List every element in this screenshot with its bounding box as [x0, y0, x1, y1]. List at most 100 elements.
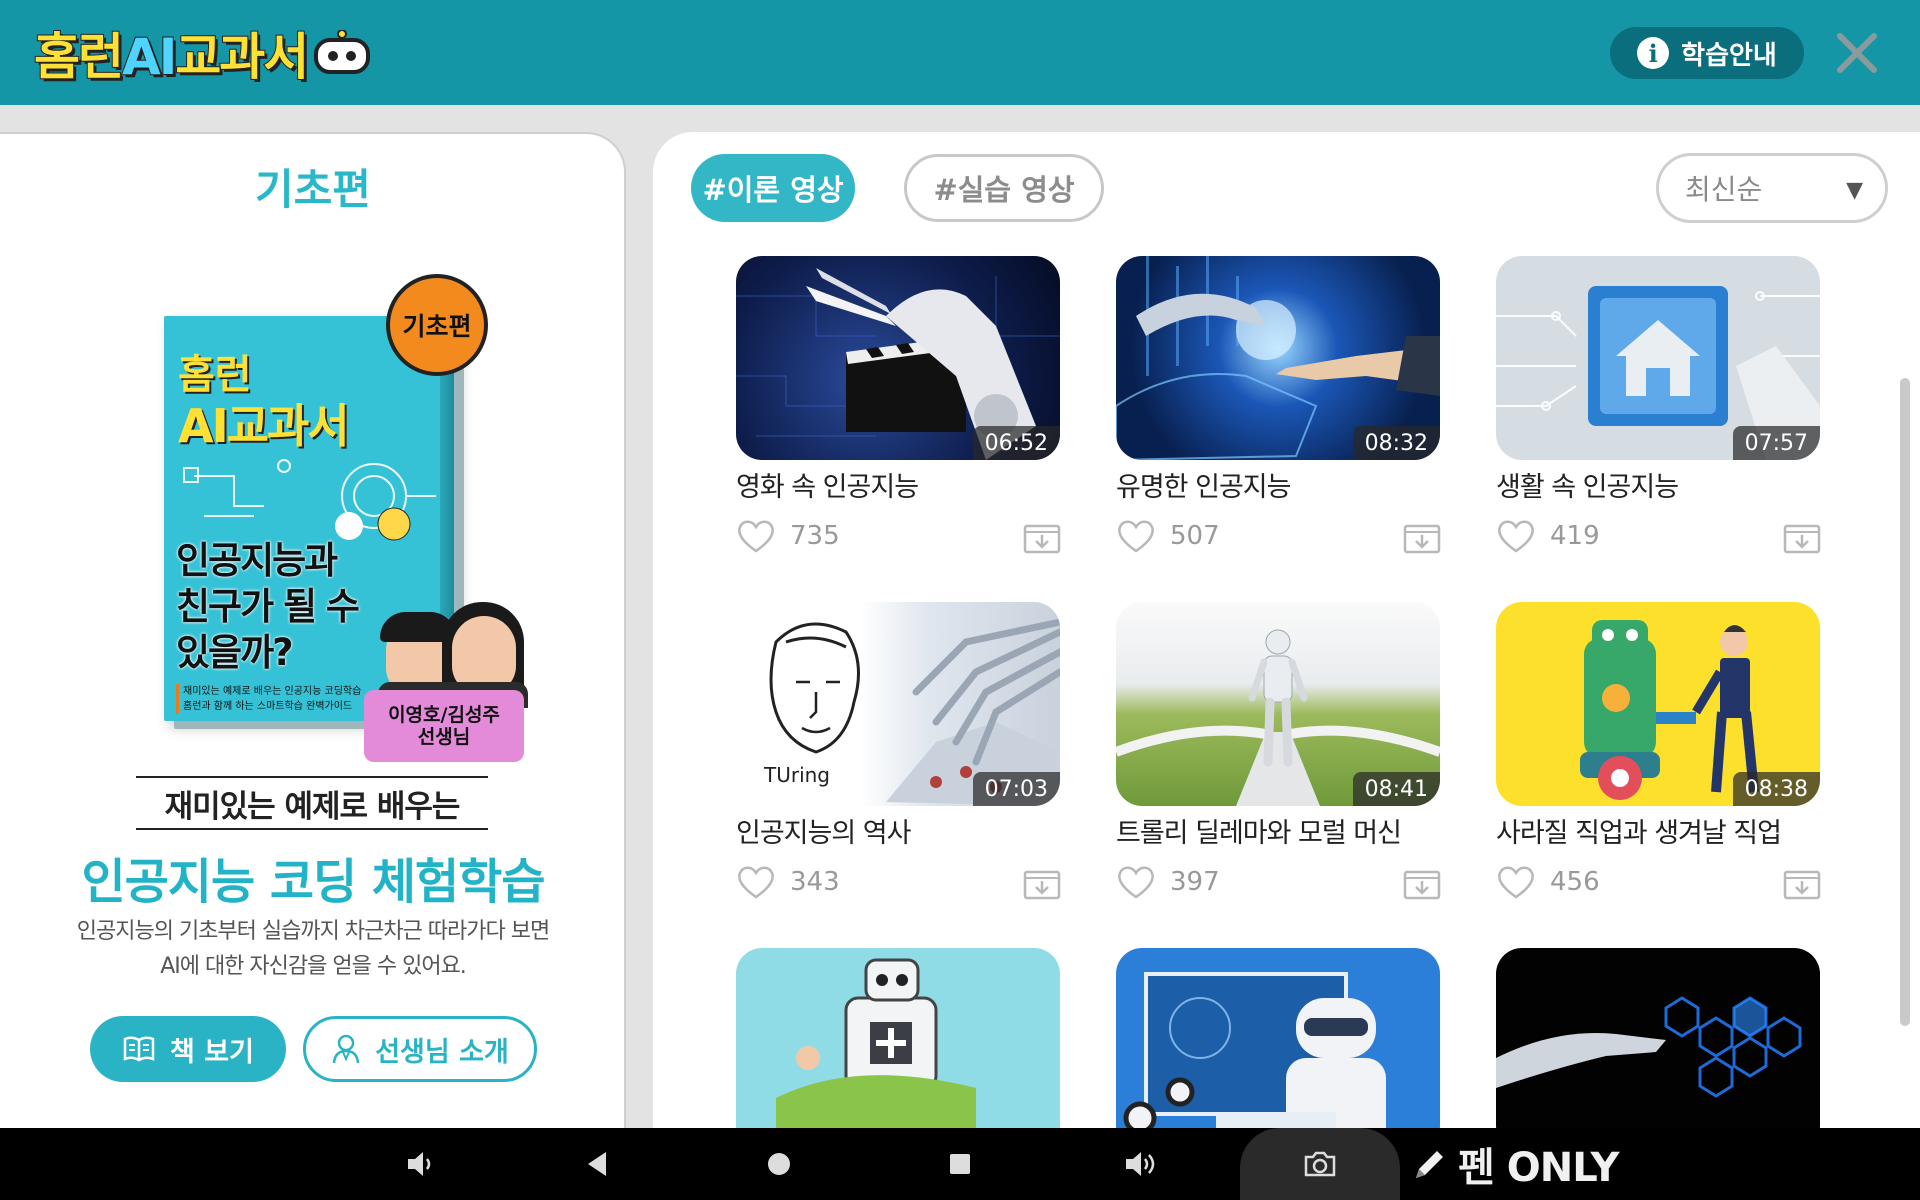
video-title[interactable]: 영화 속 인공지능 [736, 468, 1062, 508]
video-card[interactable] [736, 948, 1062, 1132]
volume-down-icon[interactable] [398, 1142, 442, 1186]
video-duration: 08:38 [1732, 772, 1820, 806]
video-duration: 08:32 [1352, 426, 1440, 460]
level-badge: 기초편 [386, 274, 488, 376]
video-thumbnail[interactable] [1496, 948, 1820, 1132]
system-navigation-bar: 펜 ONLY [0, 1128, 1920, 1200]
thumbnail-image [1496, 996, 1802, 1098]
view-book-button[interactable]: 책 보기 [90, 1016, 286, 1082]
heart-icon[interactable] [1496, 864, 1536, 900]
teacher-intro-label: 선생님 소개 [375, 1036, 509, 1068]
video-duration: 08:41 [1352, 772, 1440, 806]
video-meta: 735 [736, 516, 1062, 556]
video-card[interactable]: TUring 07:03 인공지능의 역사 343 [736, 602, 1062, 902]
heart-icon[interactable] [1116, 864, 1156, 900]
app-logo: 홈런AI교과서 [33, 16, 371, 90]
book-title: 인공지능과 친구가 될 수 있을까? [176, 539, 360, 674]
video-thumbnail[interactable]: 08:32 [1116, 256, 1440, 460]
video-duration: 06:52 [972, 426, 1060, 460]
book-subtitle: 재미있는 예제로 배우는 인공지능 코딩학습 홈런과 함께 하는 스마트학습 완… [176, 684, 361, 714]
video-title[interactable]: 사라질 직업과 생겨날 직업 [1496, 814, 1822, 854]
heart-icon[interactable] [1116, 518, 1156, 554]
close-icon[interactable] [1832, 28, 1882, 78]
download-icon[interactable] [1022, 518, 1062, 554]
app-header: 홈런AI교과서 i 학습안내 [0, 0, 1920, 105]
course-level-title: 기초편 [255, 165, 371, 214]
teachers-photo: 이영호/김성주 선생님 [364, 594, 534, 762]
video-card[interactable]: 06:52 영화 속 인공지능 735 [736, 256, 1062, 556]
download-icon[interactable] [1402, 864, 1442, 900]
sort-value: 최신순 [1685, 173, 1763, 206]
heart-icon[interactable] [736, 864, 776, 900]
info-icon: i [1637, 37, 1670, 69]
scrollbar-thumb[interactable] [1900, 378, 1910, 1026]
circuit-illustration-icon [183, 459, 436, 541]
help-guide-button[interactable]: i 학습안내 [1610, 27, 1804, 79]
course-kicker: 재미있는 예제로 배우는 [136, 776, 488, 830]
video-card[interactable]: 07:57 생활 속 인공지능 419 [1496, 256, 1822, 556]
video-meta: 343 [736, 862, 1062, 902]
like-count: 343 [790, 867, 840, 897]
video-card[interactable]: 08:38 사라질 직업과 생겨날 직업 456 [1496, 602, 1822, 902]
video-meta: 397 [1116, 862, 1442, 902]
recent-apps-icon[interactable] [938, 1142, 982, 1186]
like-count: 397 [1170, 867, 1220, 897]
like-count: 507 [1170, 521, 1220, 551]
video-thumbnail[interactable]: TUring 07:03 [736, 602, 1060, 806]
download-icon[interactable] [1782, 864, 1822, 900]
video-title[interactable]: 생활 속 인공지능 [1496, 468, 1822, 508]
video-duration: 07:57 [1732, 426, 1820, 460]
video-thumbnail[interactable]: 08:38 [1496, 602, 1820, 806]
teachers-name-badge: 이영호/김성주 선생님 [364, 690, 524, 762]
robot-logo-icon [314, 30, 371, 74]
thumbnail-image [776, 958, 976, 1132]
book-cover: 홈런 AI교과서 인공지능과 친구가 될 수 있을까? 재미있는 예제로 배우는… [164, 274, 534, 762]
logo-text: 홈런AI교과서 [33, 27, 310, 87]
scrollbar[interactable] [1898, 242, 1912, 1132]
teacher-intro-button[interactable]: 선생님 소개 [303, 1016, 537, 1082]
screenshot-button[interactable] [1240, 1128, 1400, 1200]
download-icon[interactable] [1782, 518, 1822, 554]
thumbnail-image [1123, 972, 1386, 1132]
camera-icon [1304, 1151, 1336, 1177]
video-card[interactable] [1116, 948, 1442, 1132]
video-card[interactable]: 08:41 트롤리 딜레마와 모럴 머신 397 [1116, 602, 1442, 902]
video-title[interactable]: 인공지능의 역사 [736, 814, 1062, 854]
like-count: 735 [790, 521, 840, 551]
teacher-icon [332, 1034, 360, 1064]
help-guide-label: 학습안내 [1681, 40, 1777, 71]
course-description: 인공지능의 기초부터 실습까지 차근차근 따라가다 보면 AI에 대한 자신감을… [76, 919, 551, 979]
video-card[interactable]: 08:32 유명한 인공지능 507 [1116, 256, 1442, 556]
download-icon[interactable] [1402, 518, 1442, 554]
volume-up-icon[interactable] [1118, 1142, 1162, 1186]
video-thumbnail[interactable]: 07:57 [1496, 256, 1820, 460]
view-book-label: 책 보기 [170, 1036, 254, 1068]
like-count: 419 [1550, 521, 1600, 551]
book-icon [123, 1036, 155, 1062]
course-headline: 인공지능 코딩 체험학습 [81, 854, 545, 910]
download-icon[interactable] [1022, 864, 1062, 900]
video-title[interactable]: 트롤리 딜레마와 모럴 머신 [1116, 814, 1442, 854]
course-info-panel: 기초편 홈런 AI교과서 인공지능과 친구가 될 수 있을까? 재미있는 예제로… [0, 132, 626, 1132]
pencil-icon [1416, 1151, 1443, 1178]
video-meta: 419 [1496, 516, 1822, 556]
sort-dropdown[interactable]: 최신순 ▼ [1656, 153, 1888, 223]
pen-only-label: 펜 ONLY [1458, 1145, 1619, 1191]
like-count: 456 [1550, 867, 1600, 897]
video-card[interactable] [1496, 948, 1822, 1132]
video-title[interactable]: 유명한 인공지능 [1116, 468, 1442, 508]
video-thumbnail[interactable]: 06:52 [736, 256, 1060, 460]
video-thumbnail[interactable] [1116, 948, 1440, 1132]
pen-only-toggle[interactable]: 펜 ONLY [1410, 1138, 1619, 1191]
video-list-panel: #이론 영상 #실습 영상 최신순 ▼ 06:52 영화 속 인공지능 735 … [653, 132, 1920, 1132]
home-icon[interactable] [757, 1142, 801, 1186]
filter-theory-videos[interactable]: #이론 영상 [691, 154, 855, 222]
turing-signature: TUring [763, 763, 830, 787]
video-meta: 507 [1116, 516, 1442, 556]
video-thumbnail[interactable] [736, 948, 1060, 1132]
back-icon[interactable] [576, 1142, 620, 1186]
filter-practice-videos[interactable]: #실습 영상 [904, 154, 1104, 222]
heart-icon[interactable] [1496, 518, 1536, 554]
video-thumbnail[interactable]: 08:41 [1116, 602, 1440, 806]
heart-icon[interactable] [736, 518, 776, 554]
